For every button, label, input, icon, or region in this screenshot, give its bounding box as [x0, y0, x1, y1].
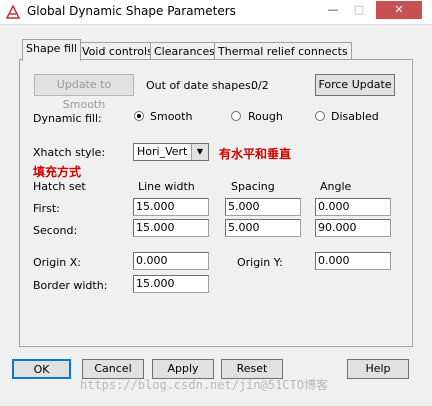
smooth-radio[interactable]: [134, 111, 144, 121]
origin-x-input[interactable]: 0.000: [133, 252, 209, 270]
xhatch-annotation: 有水平和垂直: [219, 147, 292, 161]
out-of-date-value: 0/2: [251, 79, 269, 92]
first-line-width-input[interactable]: 15.000: [133, 198, 209, 216]
origin-y-input[interactable]: 0.000: [315, 252, 391, 270]
app-icon: [5, 4, 21, 19]
origin-x-label: Origin X:: [33, 256, 81, 269]
minimize-button[interactable]: —: [322, 1, 344, 19]
title-bar: Global Dynamic Shape Parameters — □ ✕: [0, 0, 432, 25]
first-angle-input[interactable]: 0.000: [315, 198, 391, 216]
disabled-radio-label[interactable]: Disabled: [331, 110, 379, 123]
rough-radio-label[interactable]: Rough: [248, 110, 283, 123]
border-width-label: Border width:: [33, 279, 108, 292]
tab-clearances[interactable]: Clearances: [150, 42, 220, 60]
maximize-button[interactable]: □: [348, 1, 370, 19]
disabled-radio[interactable]: [315, 111, 325, 121]
chevron-down-icon[interactable]: ▼: [191, 144, 208, 160]
second-line-width-input[interactable]: 15.000: [133, 219, 209, 237]
tab-void-controls[interactable]: Void controls: [78, 42, 157, 60]
line-width-header: Line width: [138, 180, 195, 193]
xhatch-style-select[interactable]: Hori_Vert ▼: [133, 143, 209, 161]
tab-shape-fill[interactable]: Shape fill: [22, 39, 81, 61]
second-row-label: Second:: [33, 224, 78, 237]
dynamic-fill-label: Dynamic fill:: [33, 112, 102, 125]
smooth-radio-label[interactable]: Smooth: [150, 110, 192, 123]
angle-header: Angle: [320, 180, 352, 193]
origin-y-label: Origin Y:: [237, 256, 283, 269]
force-update-button[interactable]: Force Update: [315, 74, 395, 96]
hatch-set-header: Hatch set: [33, 180, 86, 193]
rough-radio[interactable]: [231, 111, 241, 121]
ok-button[interactable]: OK: [12, 359, 71, 379]
xhatch-style-value: Hori_Vert: [137, 145, 188, 158]
close-button[interactable]: ✕: [376, 1, 422, 19]
spacing-header: Spacing: [231, 180, 275, 193]
window-title: Global Dynamic Shape Parameters: [27, 4, 236, 18]
tab-thermal-relief-connects[interactable]: Thermal relief connects: [214, 42, 352, 60]
xhatch-style-label: Xhatch style:: [33, 146, 106, 159]
first-row-label: First:: [33, 202, 60, 215]
border-width-input[interactable]: 15.000: [133, 275, 209, 293]
update-to-smooth-button[interactable]: Update to Smooth: [34, 74, 134, 111]
help-button[interactable]: Help: [347, 359, 409, 379]
first-spacing-input[interactable]: 5.000: [225, 198, 301, 216]
second-angle-input[interactable]: 90.000: [315, 219, 391, 237]
fill-mode-annotation: 填充方式: [33, 165, 82, 179]
second-spacing-input[interactable]: 5.000: [225, 219, 301, 237]
watermark: https://blog.csdn.net/jin@51CTO博客: [80, 378, 328, 392]
out-of-date-label: Out of date shapes:: [146, 79, 255, 92]
